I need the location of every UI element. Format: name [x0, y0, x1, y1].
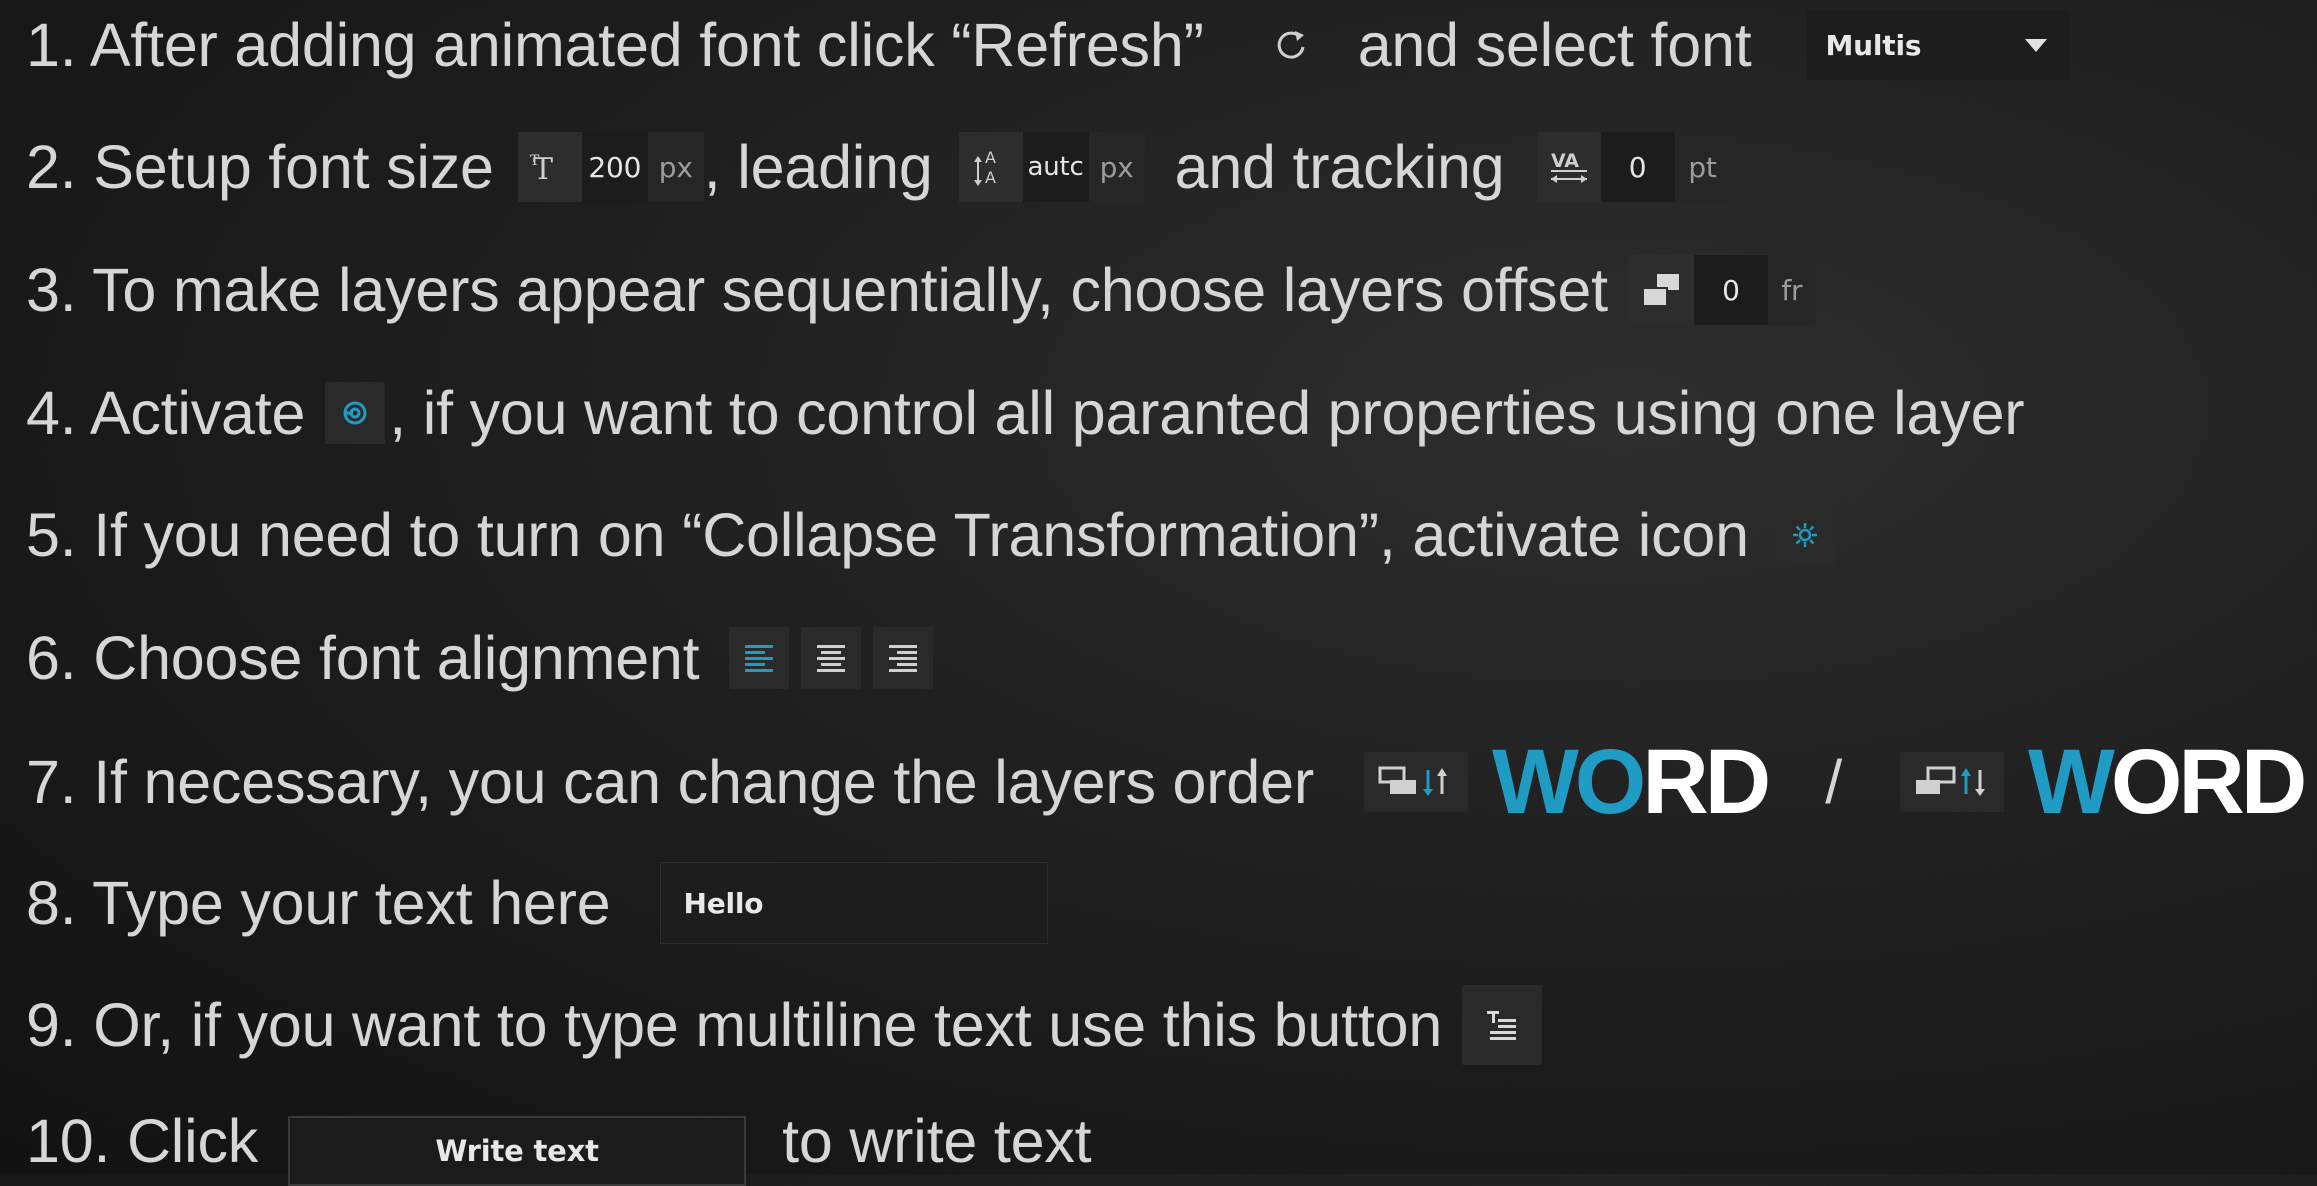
font-size-unit: px [658, 150, 693, 184]
word-logo-2-part-1: W [2027, 731, 2115, 833]
step-7-text: 7. If necessary, you can change the laye… [26, 748, 1314, 816]
step-4-text-2: , if you want to control all paranted pr… [389, 379, 2025, 447]
step-4: 4. Activate , if you want to control all… [26, 368, 2025, 458]
step-7: 7. If necessary, you can change the laye… [26, 732, 2307, 832]
font-size-control: TT 200 px [517, 132, 704, 202]
leading-unit: px [1099, 150, 1134, 184]
tracking-control: VA 0 pt [1536, 132, 1731, 202]
font-select-value: Multis [1825, 28, 1922, 62]
tracking-icon: VA [1536, 132, 1601, 202]
align-center-icon[interactable] [801, 627, 862, 689]
step-9-text: 9. Or, if you want to type multiline tex… [26, 991, 1443, 1059]
multiline-text-icon[interactable] [1462, 985, 1543, 1065]
step-10-text: 10. Click [26, 1107, 259, 1175]
layers-offset-icon [1627, 255, 1694, 325]
word-logo-1-part-3: RD [1642, 731, 1771, 833]
step-1-text-2: and select font [1357, 11, 1752, 79]
step-8-text: 8. Type your text here [26, 869, 611, 937]
svg-text:T: T [530, 153, 540, 169]
step-8: 8. Type your text here Hello [26, 858, 1049, 948]
step-4-text: 4. Activate [26, 379, 306, 447]
parent-control-icon[interactable] [325, 382, 386, 444]
layers-offset-input[interactable]: 0 [1693, 255, 1768, 325]
step-6-text: 6. Choose font alignment [26, 624, 700, 692]
step-2: 2. Setup font size TT 200 px , leading A… [26, 122, 1731, 212]
text-input[interactable]: Hello [660, 862, 1049, 944]
word-logo-1-part-1: W [1491, 731, 1579, 833]
step-2-text: 2. Setup font size [26, 133, 494, 201]
step-10-text-2: to write text [782, 1107, 1092, 1175]
align-left-icon[interactable] [729, 627, 790, 689]
layers-order-down-icon[interactable] [1363, 752, 1468, 812]
layers-order-up-icon[interactable] [1899, 752, 2004, 812]
leading-icon: AA [958, 132, 1023, 202]
tracking-input[interactable]: 0 [1600, 132, 1675, 202]
step-1: 1. After adding animated font click “Ref… [26, 0, 2070, 90]
step-2-text-3: and tracking [1174, 133, 1505, 201]
word-logo-1-part-2: O [1574, 731, 1647, 833]
align-right-icon[interactable] [873, 627, 934, 689]
separator: / [1825, 748, 1842, 816]
step-5-text: 5. If you need to turn on “Collapse Tran… [26, 501, 1749, 569]
word-logo-2: WORD [2028, 736, 2307, 828]
step-3: 3. To make layers appear sequentially, c… [26, 245, 1816, 335]
tracking-unit: pt [1688, 150, 1717, 184]
word-logo-1: WORD [1492, 736, 1771, 828]
svg-text:VA: VA [1551, 150, 1579, 172]
font-size-input[interactable]: 200 [581, 132, 648, 202]
step-6: 6. Choose font alignment [26, 613, 934, 703]
step-3-text: 3. To make layers appear sequentially, c… [26, 256, 1608, 324]
step-1-text: 1. After adding animated font click “Ref… [26, 11, 1204, 79]
refresh-icon[interactable] [1268, 22, 1314, 68]
collapse-transformation-icon[interactable] [1774, 504, 1835, 566]
layers-offset-unit: fr [1781, 273, 1803, 307]
svg-text:A: A [985, 168, 996, 187]
step-5: 5. If you need to turn on “Collapse Tran… [26, 490, 1835, 580]
layers-offset-control: 0 fr [1627, 255, 1816, 325]
step-2-text-2: , leading [703, 133, 933, 201]
leading-input[interactable]: autc [1022, 132, 1089, 202]
leading-control: AA autc px [958, 132, 1145, 202]
step-10: 10. Click Write text to write text [26, 1104, 1092, 1186]
step-9: 9. Or, if you want to type multiline tex… [26, 980, 1543, 1070]
font-size-icon: TT [517, 132, 582, 202]
svg-text:A: A [985, 148, 996, 167]
chevron-down-icon [2025, 38, 2048, 52]
word-logo-2-part-2: ORD [2110, 731, 2307, 833]
write-text-button[interactable]: Write text [288, 1116, 747, 1186]
font-select[interactable]: Multis [1807, 10, 2070, 80]
